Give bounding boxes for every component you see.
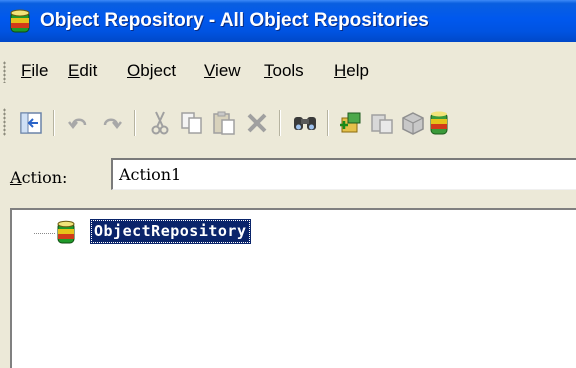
redo-icon[interactable]	[96, 108, 126, 138]
repository-db-icon	[57, 220, 75, 244]
undo-icon[interactable]	[64, 108, 94, 138]
update-icon[interactable]	[367, 108, 397, 138]
window-title: Object Repository - All Object Repositor…	[40, 10, 429, 31]
toolbar	[0, 102, 576, 142]
object-spy-icon[interactable]	[398, 108, 428, 138]
toolbar-separator	[53, 110, 54, 136]
repository-db-icon	[10, 9, 30, 33]
menu-tools[interactable]: Tools	[264, 59, 304, 83]
title-bar[interactable]: Object Repository - All Object Repositor…	[0, 0, 576, 42]
menu-edit[interactable]: Edit	[68, 59, 97, 83]
menu-grip[interactable]	[3, 61, 6, 83]
export-icon[interactable]	[16, 108, 46, 138]
add-objects-icon[interactable]	[336, 108, 366, 138]
menu-view[interactable]: View	[204, 59, 241, 83]
toolbar-grip[interactable]	[3, 108, 6, 136]
toolbar-separator	[279, 110, 280, 136]
find-icon[interactable]	[290, 108, 320, 138]
action-row: Action: Action1	[0, 152, 576, 198]
menu-bar: File Edit Object View Tools Help	[0, 55, 576, 89]
menu-help[interactable]: Help	[334, 59, 369, 83]
menu-file[interactable]: File	[21, 59, 48, 83]
action-label: Action:	[10, 168, 68, 187]
repository-icon[interactable]	[426, 108, 456, 138]
copy-icon[interactable]	[177, 108, 207, 138]
menu-object[interactable]: Object	[127, 59, 176, 83]
toolbar-separator	[134, 110, 135, 136]
object-tree[interactable]: ObjectRepository	[10, 208, 576, 368]
action-combobox[interactable]: Action1	[111, 158, 576, 190]
tree-connector-line	[34, 233, 56, 234]
tree-node-object-repository[interactable]: ObjectRepository	[90, 219, 251, 244]
delete-icon[interactable]	[242, 108, 272, 138]
paste-icon[interactable]	[209, 108, 239, 138]
toolbar-separator	[327, 110, 328, 136]
cut-icon[interactable]	[145, 108, 175, 138]
